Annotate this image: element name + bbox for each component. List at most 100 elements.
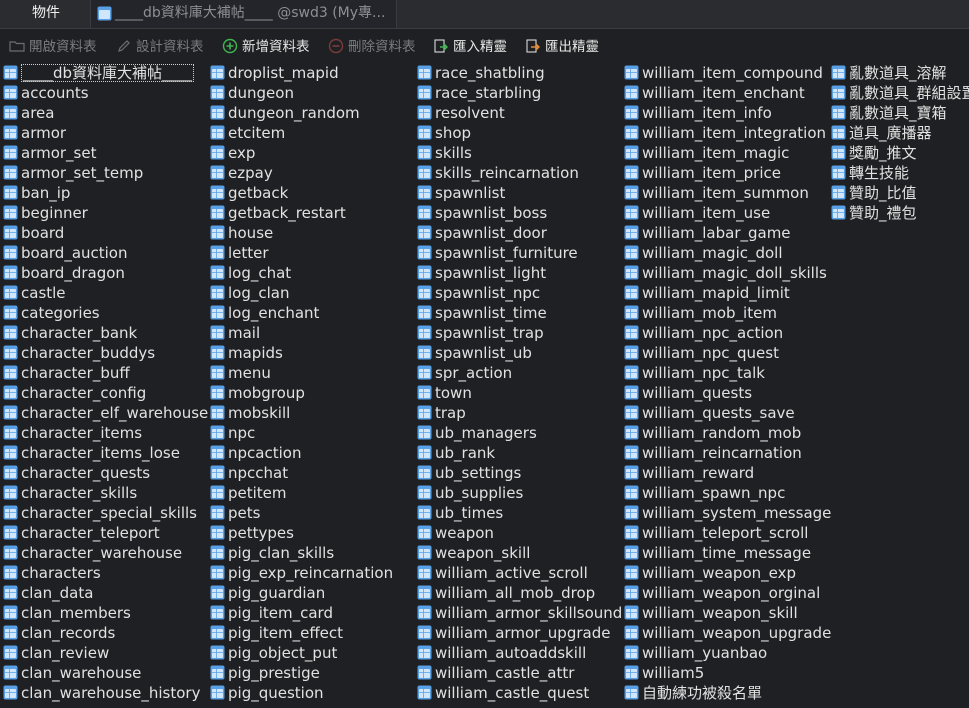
table-item[interactable]: william_mob_item xyxy=(621,303,831,323)
table-item[interactable]: pig_item_effect xyxy=(207,623,393,643)
table-item[interactable]: npcaction xyxy=(207,443,393,463)
tab-objects[interactable]: 物件 xyxy=(0,0,90,28)
table-item[interactable]: spawnlist_light xyxy=(414,263,622,283)
table-item[interactable]: spawnlist_time xyxy=(414,303,622,323)
table-item[interactable]: pig_question xyxy=(207,683,393,703)
table-item[interactable]: board_auction xyxy=(0,243,208,263)
table-item[interactable]: william_armor_skillsound xyxy=(414,603,622,623)
table-item[interactable]: spawnlist_door xyxy=(414,223,622,243)
table-item[interactable]: ub_settings xyxy=(414,463,622,483)
table-item[interactable]: 贊助_禮包 xyxy=(828,203,969,223)
table-item[interactable]: clan_review xyxy=(0,643,208,663)
table-item[interactable]: pets xyxy=(207,503,393,523)
import-wizard-button[interactable]: 匯入精靈 xyxy=(433,37,507,57)
table-item[interactable]: william_npc_quest xyxy=(621,343,831,363)
table-item[interactable]: 道具_廣播器 xyxy=(828,123,969,143)
table-item[interactable]: clan_records xyxy=(0,623,208,643)
table-item[interactable]: william_item_use xyxy=(621,203,831,223)
table-item[interactable]: 亂數道具_群組設置 xyxy=(828,83,969,103)
table-item[interactable]: 亂數道具_溶解 xyxy=(828,63,969,83)
table-item[interactable]: npc xyxy=(207,423,393,443)
table-item[interactable]: ub_supplies xyxy=(414,483,622,503)
table-item[interactable]: dungeon_random xyxy=(207,103,393,123)
table-item[interactable]: resolvent xyxy=(414,103,622,123)
table-item[interactable]: character_buddys xyxy=(0,343,208,363)
table-item[interactable]: weapon_skill xyxy=(414,543,622,563)
table-item[interactable]: william_spawn_npc xyxy=(621,483,831,503)
delete-table-button[interactable]: 刪除資料表 xyxy=(328,37,416,57)
table-item[interactable]: william_yuanbao xyxy=(621,643,831,663)
table-item[interactable]: character_special_skills xyxy=(0,503,208,523)
table-item[interactable]: william_autoaddskill xyxy=(414,643,622,663)
table-item[interactable]: race_shatbling xyxy=(414,63,622,83)
table-item[interactable]: 贊助_比值 xyxy=(828,183,969,203)
table-item[interactable]: log_chat xyxy=(207,263,393,283)
table-item[interactable]: ezpay xyxy=(207,163,393,183)
open-table-button[interactable]: 開啟資料表 xyxy=(9,37,97,57)
tab-database[interactable]: ____db資料庫大補帖____ @swd3 (My專... xyxy=(90,0,397,28)
table-item[interactable]: character_items xyxy=(0,423,208,443)
table-item[interactable]: mobgroup xyxy=(207,383,393,403)
table-item[interactable]: william_weapon_exp xyxy=(621,563,831,583)
table-item[interactable]: william_mapid_limit xyxy=(621,283,831,303)
table-item[interactable]: william_reward xyxy=(621,463,831,483)
table-item[interactable]: william_labar_game xyxy=(621,223,831,243)
table-item[interactable]: william_weapon_upgrade xyxy=(621,623,831,643)
table-item[interactable]: npcchat xyxy=(207,463,393,483)
table-item[interactable]: character_config xyxy=(0,383,208,403)
table-item[interactable]: letter xyxy=(207,243,393,263)
table-item[interactable]: william_active_scroll xyxy=(414,563,622,583)
table-item[interactable]: accounts xyxy=(0,83,208,103)
table-item[interactable]: william_time_message xyxy=(621,543,831,563)
table-item[interactable]: william_weapon_skill xyxy=(621,603,831,623)
table-item[interactable]: pig_clan_skills xyxy=(207,543,393,563)
table-item[interactable]: clan_warehouse_history xyxy=(0,683,208,703)
table-item[interactable]: william_all_mob_drop xyxy=(414,583,622,603)
table-item[interactable]: william_weapon_orginal xyxy=(621,583,831,603)
table-item[interactable]: ub_managers xyxy=(414,423,622,443)
table-item[interactable]: beginner xyxy=(0,203,208,223)
table-item[interactable]: mobskill xyxy=(207,403,393,423)
table-item[interactable]: categories xyxy=(0,303,208,323)
table-item[interactable]: board_dragon xyxy=(0,263,208,283)
table-item[interactable]: petitem xyxy=(207,483,393,503)
table-item[interactable]: william_castle_attr xyxy=(414,663,622,683)
table-item[interactable]: spawnlist_furniture xyxy=(414,243,622,263)
table-item[interactable]: exp xyxy=(207,143,393,163)
table-item[interactable]: ub_times xyxy=(414,503,622,523)
table-item[interactable]: race_starbling xyxy=(414,83,622,103)
table-item[interactable]: clan_data xyxy=(0,583,208,603)
table-item[interactable]: ub_rank xyxy=(414,443,622,463)
table-item[interactable]: ____db資料庫大補帖____ xyxy=(0,63,208,83)
table-item[interactable]: ban_ip xyxy=(0,183,208,203)
table-item[interactable]: william_item_integration xyxy=(621,123,831,143)
table-item[interactable]: character_elf_warehouse xyxy=(0,403,208,423)
table-item[interactable]: town xyxy=(414,383,622,403)
table-item[interactable]: spawnlist_ub xyxy=(414,343,622,363)
table-item[interactable]: spawnlist_npc xyxy=(414,283,622,303)
table-item[interactable]: pig_exp_reincarnation xyxy=(207,563,393,583)
table-item[interactable]: 亂數道具_寶箱 xyxy=(828,103,969,123)
table-item[interactable]: william_teleport_scroll xyxy=(621,523,831,543)
table-item[interactable]: william_item_summon xyxy=(621,183,831,203)
table-item[interactable]: spawnlist_trap xyxy=(414,323,622,343)
table-item[interactable]: william_item_magic xyxy=(621,143,831,163)
table-item[interactable]: william5 xyxy=(621,663,831,683)
table-item[interactable]: character_warehouse xyxy=(0,543,208,563)
table-item[interactable]: getback xyxy=(207,183,393,203)
table-item[interactable]: character_skills xyxy=(0,483,208,503)
table-item[interactable]: weapon xyxy=(414,523,622,543)
table-item[interactable]: william_item_enchant xyxy=(621,83,831,103)
table-item[interactable]: character_items_lose xyxy=(0,443,208,463)
table-item[interactable]: dungeon xyxy=(207,83,393,103)
table-item[interactable]: spawnlist_boss xyxy=(414,203,622,223)
table-item[interactable]: spr_action xyxy=(414,363,622,383)
table-item[interactable]: william_magic_doll_skills xyxy=(621,263,831,283)
table-item[interactable]: william_reincarnation xyxy=(621,443,831,463)
table-item[interactable]: castle xyxy=(0,283,208,303)
table-item[interactable]: 獎勵_推文 xyxy=(828,143,969,163)
table-item[interactable]: william_armor_upgrade xyxy=(414,623,622,643)
table-item[interactable]: house xyxy=(207,223,393,243)
table-item[interactable]: spawnlist xyxy=(414,183,622,203)
table-item[interactable]: characters xyxy=(0,563,208,583)
